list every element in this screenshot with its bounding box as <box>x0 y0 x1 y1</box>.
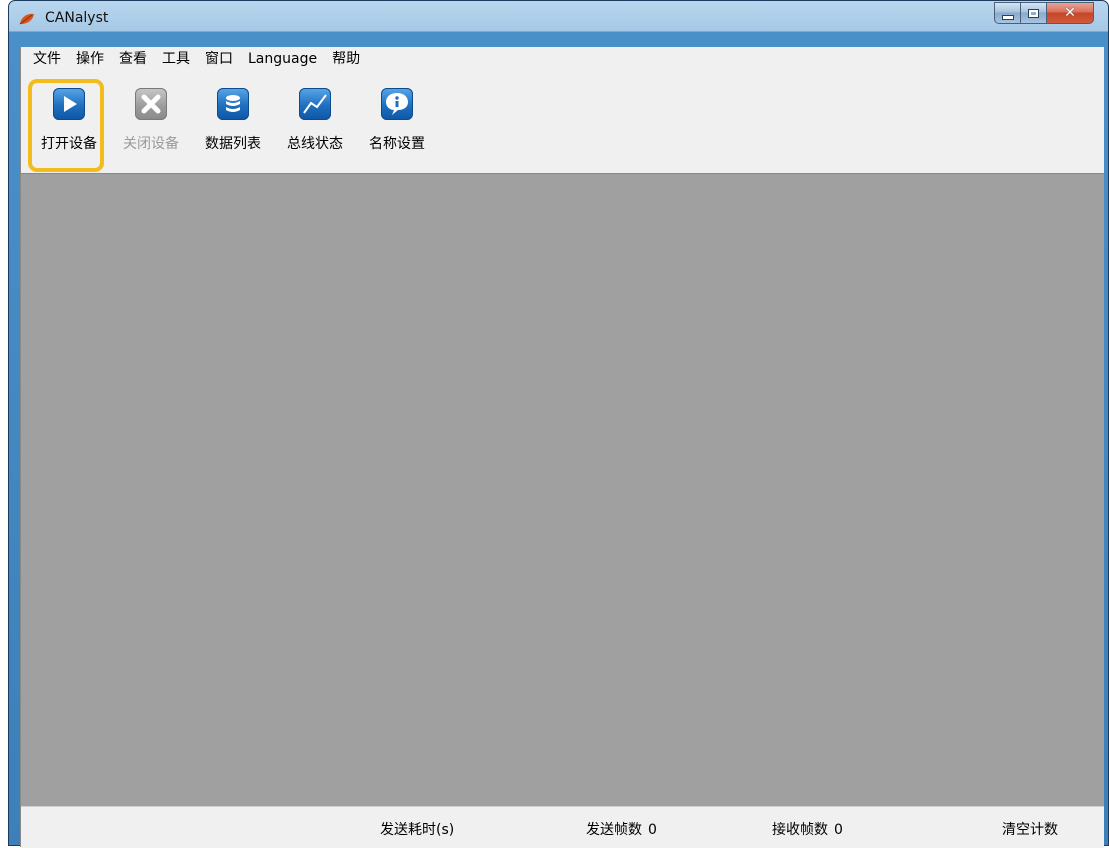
menu-bar: 文件 操作 查看 工具 窗口 Language 帮助 <box>21 47 1104 71</box>
menu-window[interactable]: 窗口 <box>199 49 239 69</box>
minimize-button[interactable] <box>994 2 1021 24</box>
client-area: 文件 操作 查看 工具 窗口 Language 帮助 打开设备 关闭设备 数据列… <box>20 47 1104 848</box>
app-window: CANalyst ✕ 文件 操作 查看 工具 窗口 Language 帮助 打开… <box>8 0 1109 848</box>
data-list-button[interactable]: 数据列表 <box>192 82 274 172</box>
maximize-button[interactable] <box>1021 2 1047 24</box>
leaf-app-icon <box>19 13 34 25</box>
menu-tools[interactable]: 工具 <box>156 49 196 69</box>
recv-frames-label: 接收帧数 <box>772 822 828 838</box>
window-title: CANalyst <box>45 10 109 26</box>
close-device-label: 关闭设备 <box>123 136 179 152</box>
menu-operate[interactable]: 操作 <box>70 49 110 69</box>
send-time-label: 发送耗时(s) <box>380 822 455 838</box>
menu-language[interactable]: Language <box>242 49 323 69</box>
send-time: 发送耗时(s) <box>380 819 454 839</box>
title-bar[interactable]: CANalyst ✕ <box>9 1 1108 37</box>
recv-frames-value: 0 <box>834 822 843 838</box>
window-controls: ✕ <box>994 2 1094 24</box>
menu-help[interactable]: 帮助 <box>326 49 366 69</box>
send-frames-label: 发送帧数 <box>586 822 642 838</box>
highlight-box <box>28 79 104 172</box>
menu-view[interactable]: 查看 <box>113 49 153 69</box>
close-icon: ✕ <box>1064 5 1076 21</box>
bus-status-label: 总线状态 <box>287 136 343 152</box>
line-chart-icon <box>299 88 331 120</box>
database-icon <box>217 88 249 120</box>
name-settings-label: 名称设置 <box>369 136 425 152</box>
close-window-button[interactable]: ✕ <box>1047 2 1094 24</box>
info-bubble-icon <box>381 88 413 120</box>
send-frames: 发送帧数 0 <box>586 819 657 839</box>
recv-frames: 接收帧数 0 <box>772 819 843 839</box>
toolbar: 打开设备 关闭设备 数据列表 总线状态 名称设置 <box>21 79 1104 174</box>
bus-status-button[interactable]: 总线状态 <box>274 82 356 172</box>
data-list-label: 数据列表 <box>205 136 261 152</box>
send-frames-value: 0 <box>648 822 657 838</box>
name-settings-button[interactable]: 名称设置 <box>356 82 438 172</box>
minimize-icon <box>1001 14 1014 20</box>
close-device-button[interactable]: 关闭设备 <box>110 82 192 172</box>
workspace-area[interactable] <box>21 173 1104 807</box>
maximize-icon <box>1028 8 1039 18</box>
x-icon <box>135 88 167 120</box>
status-bar: 发送耗时(s) 发送帧数 0 接收帧数 0 清空计数 <box>21 806 1104 848</box>
menu-file[interactable]: 文件 <box>27 49 67 69</box>
clear-count-button[interactable]: 清空计数 <box>1002 819 1058 839</box>
